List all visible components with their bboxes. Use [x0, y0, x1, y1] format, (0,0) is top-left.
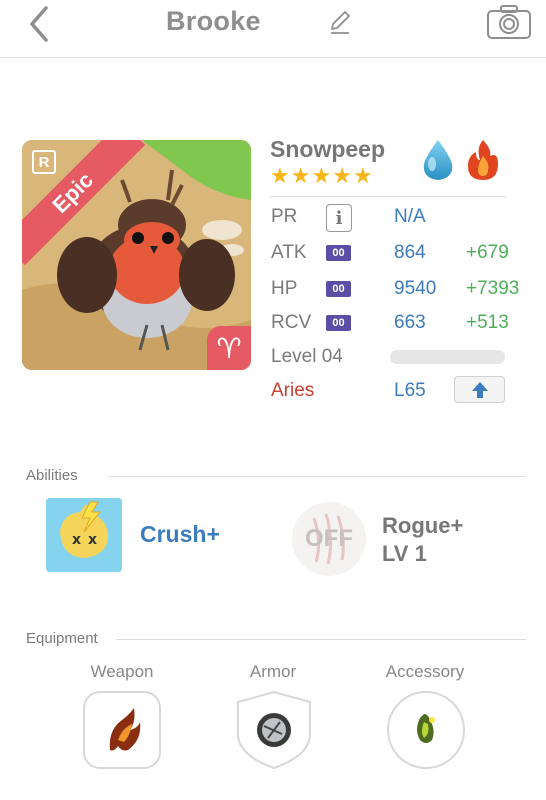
atk-label: ATK	[271, 242, 307, 263]
armor-label: Armor	[249, 662, 297, 681]
rogue-ability-title: Rogue+	[382, 513, 464, 538]
star-icon: ★	[290, 163, 311, 188]
equipment-section-title: Equipment	[26, 630, 98, 647]
back-chevron-icon[interactable]	[22, 4, 62, 44]
water-element-icon	[418, 138, 458, 182]
upgrade-arrow-button[interactable]	[454, 376, 505, 403]
rcv-label: RCV	[271, 312, 312, 333]
accessory-label: Accessory	[385, 662, 465, 681]
hp-bonus: +7393	[466, 278, 520, 299]
armor-shield-icon	[257, 713, 291, 747]
rogue-ability-icon[interactable]: OFF	[292, 502, 366, 576]
star-icon: ★	[270, 163, 290, 188]
weapon-label: Weapon	[90, 662, 154, 681]
hp-badge: 00	[326, 281, 351, 297]
camera-icon[interactable]	[486, 4, 532, 40]
edit-pencil-icon[interactable]	[326, 8, 354, 36]
zodiac-sign-label: Aries	[271, 380, 315, 401]
info-icon[interactable]: i	[326, 204, 352, 232]
atk-badge: 00	[326, 245, 351, 261]
equipment-divider	[116, 639, 526, 640]
svg-text:x: x	[88, 532, 97, 548]
svg-text:x: x	[72, 532, 81, 548]
name-divider	[270, 196, 506, 197]
star-rating: ★ ★ ★ ★ ★	[270, 165, 373, 187]
aries-sign-icon: ♈	[207, 326, 251, 370]
crush-ability-icon[interactable]: xx	[46, 498, 122, 572]
fire-element-icon	[462, 138, 504, 182]
star-icon: ★	[352, 163, 373, 188]
abilities-section-title: Abilities	[26, 467, 78, 484]
rcv-value: 663	[394, 312, 426, 333]
hp-value: 9540	[394, 278, 437, 299]
ability-off-label: OFF	[305, 525, 353, 552]
rcv-badge: 00	[326, 315, 351, 331]
pr-label: PR	[271, 206, 298, 227]
top-bar: Brooke	[0, 0, 546, 58]
zodiac-sign-level: L65	[394, 380, 426, 401]
rarity-tag-icon: R	[32, 150, 56, 174]
hp-label: HP	[271, 278, 298, 299]
crush-ability-name[interactable]: Crush+	[140, 521, 220, 548]
accessory-slot[interactable]	[386, 690, 466, 770]
up-arrow-icon	[471, 381, 488, 398]
abilities-divider	[108, 476, 526, 477]
pet-name: Snowpeep	[270, 136, 386, 162]
star-icon: ★	[311, 163, 332, 188]
rogue-ability-name[interactable]: Rogue+ LV 1	[382, 512, 463, 568]
level-progress-bar	[390, 350, 505, 364]
atk-value: 864	[394, 242, 426, 263]
pr-value: N/A	[394, 206, 426, 227]
weapon-slot[interactable]	[82, 690, 162, 770]
rcv-bonus: +513	[466, 312, 509, 333]
armor-slot[interactable]	[234, 690, 314, 770]
rogue-ability-level: LV 1	[382, 541, 427, 566]
pet-owner-title: Brooke	[166, 6, 261, 36]
level-label: Level 04	[271, 346, 343, 367]
pet-portrait[interactable]: Epic R ♈	[22, 140, 251, 370]
star-icon: ★	[332, 163, 352, 188]
atk-bonus: +679	[466, 242, 509, 263]
